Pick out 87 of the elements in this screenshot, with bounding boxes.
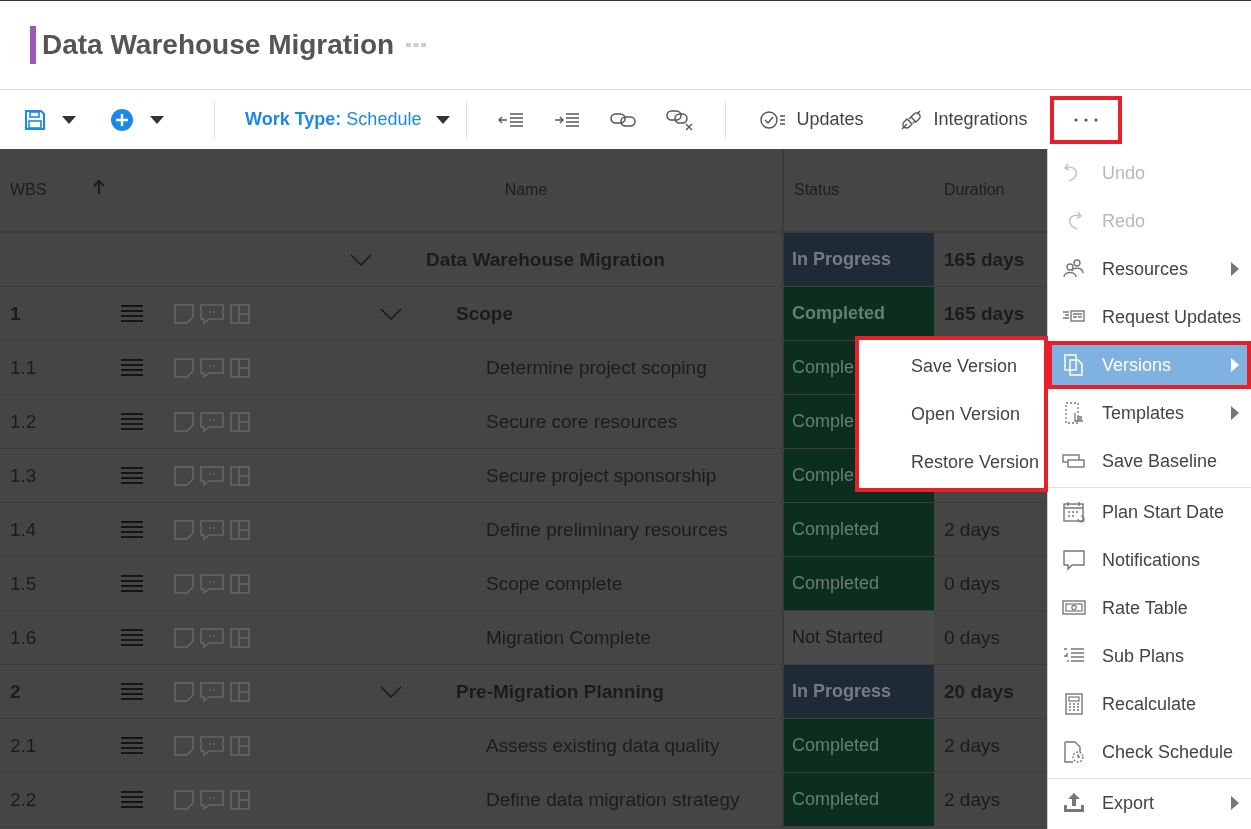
layout-icon[interactable] — [229, 734, 251, 757]
note-icon[interactable] — [173, 734, 195, 757]
calendar-icon — [1062, 500, 1086, 524]
note-icon[interactable] — [173, 356, 195, 379]
menu-item[interactable]: Resources — [1048, 245, 1251, 293]
drag-handle-icon[interactable] — [120, 789, 144, 810]
status-cell: Completed — [782, 719, 934, 772]
caret-icon — [436, 115, 451, 124]
caret-icon[interactable] — [62, 115, 76, 124]
layout-icon[interactable] — [229, 680, 251, 703]
speech-bubble-icon — [1062, 548, 1086, 572]
note-icon[interactable] — [173, 788, 195, 811]
work-type-dropdown[interactable]: Work Type: Schedule — [231, 109, 451, 130]
drag-handle-icon[interactable] — [120, 411, 144, 432]
status-cell: Completed — [782, 503, 934, 556]
add-icon[interactable] — [110, 107, 134, 132]
note-icon[interactable] — [173, 626, 195, 649]
comment-icon[interactable] — [199, 680, 225, 703]
drag-handle-icon[interactable] — [120, 519, 144, 540]
menu-item[interactable]: Rate Table — [1048, 584, 1251, 632]
outdent-icon[interactable] — [498, 111, 525, 128]
chevron-icon[interactable] — [350, 253, 372, 266]
more-button[interactable] — [1049, 95, 1122, 144]
status-cell: Completed — [782, 557, 934, 610]
drag-handle-icon[interactable] — [120, 627, 144, 648]
chevron-icon[interactable] — [380, 307, 402, 320]
updates-button[interactable]: Updates — [742, 109, 882, 130]
drag-handle-icon[interactable] — [120, 303, 144, 324]
caret-icon[interactable] — [150, 115, 164, 124]
comment-icon[interactable] — [199, 356, 225, 379]
note-icon[interactable] — [173, 680, 195, 703]
comment-icon[interactable] — [199, 518, 225, 541]
note-icon[interactable] — [173, 464, 195, 487]
comment-icon[interactable] — [199, 734, 225, 757]
menu-item[interactable]: Templates — [1048, 389, 1251, 437]
link-icon[interactable] — [610, 110, 637, 129]
comment-icon[interactable] — [199, 410, 225, 433]
accent-bar — [30, 26, 36, 64]
sort-arrow-icon[interactable] — [93, 180, 106, 194]
note-icon[interactable] — [173, 302, 195, 325]
plan-title: Data Warehouse Migration — [42, 29, 395, 61]
menu-item[interactable]: Recalculate — [1048, 680, 1251, 728]
integrations-button[interactable]: Integrations — [881, 107, 1046, 132]
layout-icon[interactable] — [229, 788, 251, 811]
status-cell: In Progress — [782, 665, 934, 718]
copy-icon — [1062, 353, 1086, 377]
more-icon[interactable] — [406, 42, 427, 48]
drag-handle-icon[interactable] — [120, 573, 144, 594]
drag-handle-icon[interactable] — [120, 465, 144, 486]
save-icon[interactable] — [24, 108, 46, 131]
layout-icon[interactable] — [229, 356, 251, 379]
unlink-icon[interactable] — [666, 108, 695, 131]
comment-icon[interactable] — [199, 302, 225, 325]
drag-handle-icon[interactable] — [120, 357, 144, 378]
comment-icon[interactable] — [199, 626, 225, 649]
menu-item[interactable]: Save Baseline — [1048, 437, 1251, 485]
drag-handle-icon[interactable] — [120, 735, 144, 756]
menu-item[interactable]: Notifications — [1048, 536, 1251, 584]
status-cell: Completed — [782, 287, 934, 340]
indent-icon[interactable] — [554, 111, 581, 128]
note-icon[interactable] — [173, 518, 195, 541]
menu-item[interactable]: Sub Plans — [1048, 632, 1251, 680]
menu-item[interactable]: Check Schedule — [1048, 728, 1251, 776]
calculator-icon — [1062, 692, 1086, 716]
note-icon[interactable] — [173, 410, 195, 433]
layout-icon[interactable] — [229, 464, 251, 487]
note-icon[interactable] — [173, 572, 195, 595]
layout-icon[interactable] — [229, 302, 251, 325]
menu-item[interactable]: Plan Start Date — [1048, 488, 1251, 536]
layout-icon[interactable] — [229, 518, 251, 541]
dotted-page-icon — [1062, 401, 1086, 425]
menu-item[interactable]: Request Updates — [1048, 293, 1251, 341]
upload-icon — [1062, 791, 1086, 815]
menu-item[interactable]: Export — [1048, 779, 1251, 827]
comment-icon[interactable] — [199, 572, 225, 595]
layout-icon[interactable] — [229, 626, 251, 649]
comment-icon[interactable] — [199, 788, 225, 811]
chevron-icon[interactable] — [380, 685, 402, 698]
status-cell: Completed — [782, 773, 934, 826]
more-icon — [1073, 117, 1098, 122]
comment-icon[interactable] — [199, 464, 225, 487]
layout-icon[interactable] — [229, 410, 251, 433]
layout-icon[interactable] — [229, 572, 251, 595]
clock-page-icon — [1062, 740, 1086, 764]
status-cell: In Progress — [782, 233, 934, 286]
check-list-icon — [760, 109, 787, 130]
drag-handle-icon[interactable] — [120, 681, 144, 702]
